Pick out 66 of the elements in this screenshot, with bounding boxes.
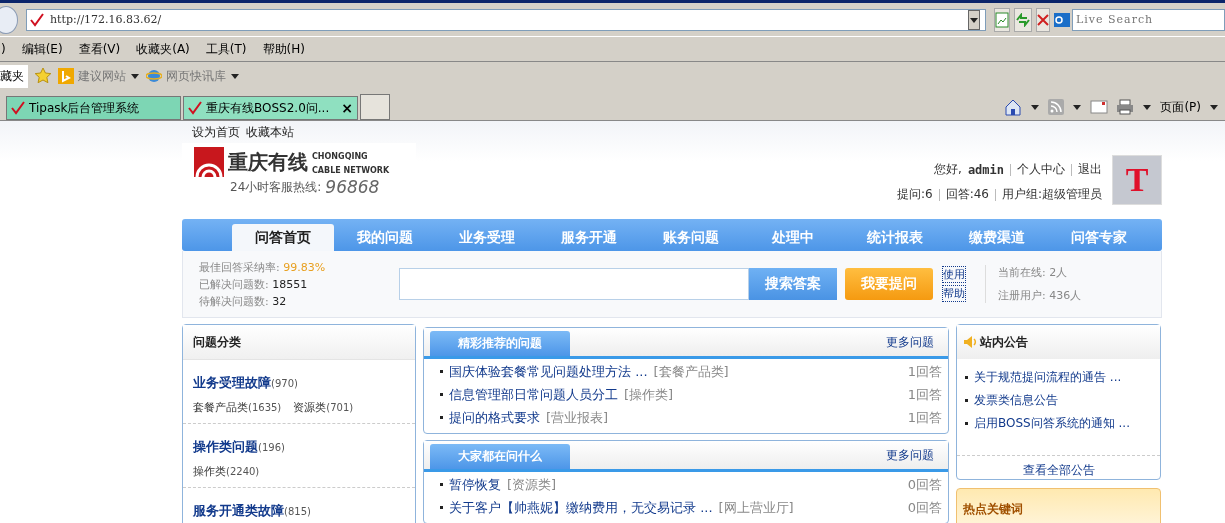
question-link[interactable]: 暂停恢复: [449, 475, 501, 494]
menu-item[interactable]: 收藏夹(A): [136, 40, 190, 58]
stat-text: 已解决问题数: 18551: [199, 276, 309, 292]
search-field[interactable]: Live Search: [1072, 8, 1225, 31]
user-stat: 提问:6: [896, 186, 933, 203]
notice-link[interactable]: 启用BOSS问答系统的通知 ...: [974, 415, 1130, 432]
user-link[interactable]: 退出: [1078, 161, 1102, 178]
category-tag[interactable]: [套餐产品类]: [653, 362, 729, 381]
browser-tab[interactable]: 重庆有线BOSS2.0问... ×: [183, 96, 358, 120]
category-tag[interactable]: [资源类]: [507, 475, 557, 494]
hotline-label: 24小时客服热线:: [230, 178, 322, 196]
browser-tab[interactable]: Tipask后台管理系统: [6, 96, 181, 120]
top-link[interactable]: 设为首页: [192, 123, 240, 141]
notice-link[interactable]: 关于规范提问流程的通告 ...: [974, 369, 1122, 386]
notice-link[interactable]: 发票类信息公告: [974, 392, 1058, 409]
page-menu[interactable]: 页面(P): [1160, 98, 1201, 116]
menu-item[interactable]: 帮助(H): [262, 40, 305, 58]
user-stat: 用户组:超级管理员: [1001, 186, 1102, 203]
category-tag[interactable]: [营业报表]: [546, 408, 609, 427]
panel-title: 热点关键词: [963, 500, 1023, 518]
hotline-number: 96868: [325, 177, 380, 197]
close-icon[interactable]: ×: [341, 100, 353, 116]
online-stat: 当前在线: 2人: [998, 265, 1069, 280]
more-link[interactable]: 更多问题: [886, 446, 934, 464]
answer-count: 1回答: [907, 408, 942, 427]
question-link[interactable]: 国庆体验套餐常见问题处理方法 ...: [449, 362, 648, 381]
answer-count: 1回答: [907, 385, 942, 404]
question-link[interactable]: 关于客户【帅燕妮】缴纳费用，无交易记录 ...: [449, 498, 713, 517]
greeting-text: 您好,: [934, 161, 962, 178]
panel-title: 问题分类: [193, 333, 241, 351]
category-link[interactable]: 业务受理故障(970): [193, 374, 405, 392]
address-field[interactable]: http://172.16.83.62/: [26, 8, 986, 31]
subcategory-link[interactable]: 套餐产品类(1635): [193, 400, 282, 415]
subcategory-link[interactable]: 操作类(2240): [193, 464, 260, 479]
panel-title: 站内公告: [980, 333, 1028, 351]
menu-item[interactable]: 查看(V): [78, 40, 121, 58]
logo-name: 重庆有线: [228, 148, 308, 176]
stat-text: 待解决问题数: 32: [199, 293, 288, 309]
favorites-button[interactable]: 藏夹: [0, 64, 28, 88]
question-link[interactable]: 提问的格式要求: [449, 408, 540, 427]
answer-count: 0回答: [907, 498, 942, 517]
subcategory-link[interactable]: 资源类(701): [293, 400, 354, 415]
menu-item[interactable]: 编辑(E): [21, 40, 63, 58]
category-tag[interactable]: [网上营业厅]: [718, 498, 794, 517]
all-notices-link[interactable]: 查看全部公告: [957, 455, 1160, 479]
user-link[interactable]: 个人中心: [1017, 161, 1065, 178]
logo-english: CHONGQING: [312, 152, 368, 161]
category-link[interactable]: 操作类问题(196): [193, 438, 405, 456]
top-link[interactable]: 收藏本站: [246, 123, 294, 141]
online-stat: 注册用户: 436人: [998, 288, 1082, 303]
question-link[interactable]: 信息管理部日常问题人员分工: [449, 385, 618, 404]
category-link[interactable]: 服务开通类故障(815): [193, 502, 405, 520]
category-tag[interactable]: [操作类]: [624, 385, 674, 404]
url-text: http://172.16.83.62/: [50, 13, 162, 26]
help-link[interactable]: 帮助: [943, 286, 965, 301]
answer-count: 0回答: [907, 475, 942, 494]
menu-item[interactable]: ): [1, 42, 6, 56]
nav-tab[interactable]: 问答首页: [232, 224, 334, 251]
help-link[interactable]: 使用: [943, 267, 965, 282]
answer-count: 1回答: [907, 362, 942, 381]
menu-item[interactable]: 工具(T): [205, 40, 247, 58]
user-stat: 回答:46: [945, 186, 989, 203]
stat-text: 最佳回答采纳率: 99.83%: [199, 259, 327, 275]
user-name[interactable]: admin: [967, 162, 1004, 177]
more-link[interactable]: 更多问题: [886, 333, 934, 351]
logo-english: CABLE NETWORK: [312, 166, 390, 175]
